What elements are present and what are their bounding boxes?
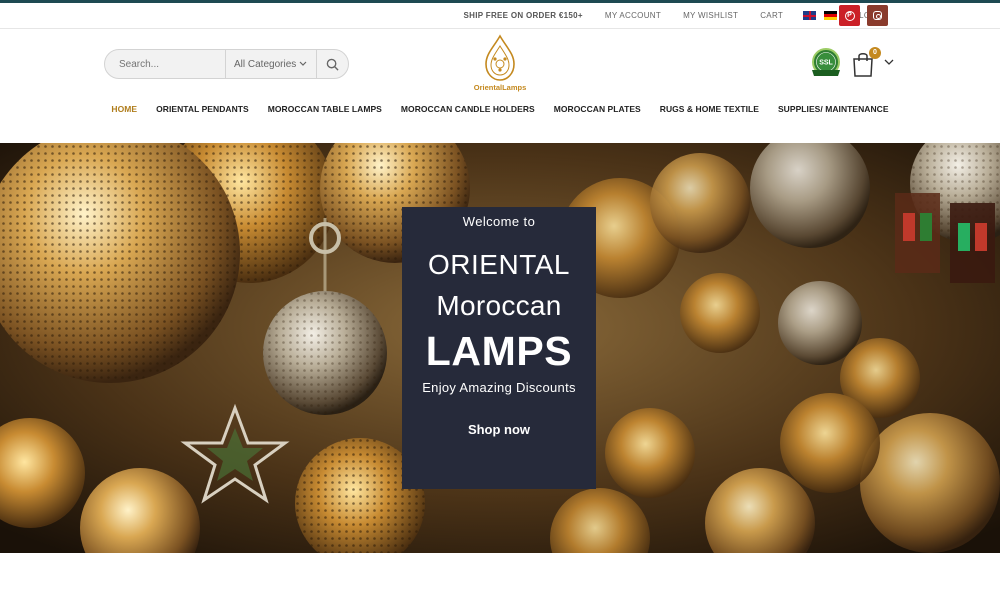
instagram-icon[interactable]	[867, 5, 888, 26]
language-switcher	[803, 11, 838, 20]
english-flag-icon[interactable]	[803, 11, 817, 20]
search-button[interactable]	[317, 50, 348, 78]
nav-item-oriental-pendants[interactable]: ORIENTAL PENDANTS	[147, 104, 259, 114]
site-logo[interactable]: OrientalLamps	[470, 34, 530, 96]
search-bar: All Categories	[104, 49, 349, 79]
nav-item-moroccan-plates[interactable]: MOROCCAN PLATES	[544, 104, 650, 114]
chevron-down-icon[interactable]	[884, 58, 894, 66]
my-account-link[interactable]: MY ACCOUNT	[605, 11, 661, 20]
german-flag-icon[interactable]	[824, 11, 838, 20]
hero-welcome-text: Welcome to	[462, 214, 536, 229]
hero-title-line-2: Moroccan	[436, 290, 562, 321]
shop-now-button[interactable]: Shop now	[402, 422, 596, 437]
hero-subtitle: Enjoy Amazing Discounts	[422, 380, 576, 395]
ssl-badge-icon: SSL	[812, 48, 840, 76]
nav-item-home[interactable]: HOME	[102, 104, 147, 114]
main-navigation: HOME ORIENTAL PENDANTS MOROCCAN TABLE LA…	[0, 104, 1000, 114]
cart-link[interactable]: CART	[760, 11, 783, 20]
logo-icon	[485, 34, 515, 81]
nav-item-moroccan-table-lamps[interactable]: MOROCCAN TABLE LAMPS	[258, 104, 391, 114]
chevron-down-icon	[299, 61, 307, 66]
search-input[interactable]	[105, 50, 225, 78]
nav-item-moroccan-candle-holders[interactable]: MOROCCAN CANDLE HOLDERS	[391, 104, 544, 114]
search-icon	[326, 58, 339, 71]
logo-text: OrientalLamps	[473, 83, 527, 92]
hero-promo-card: Welcome to ORIENTAL Moroccan LAMPS Enjoy…	[402, 207, 596, 489]
nav-item-rugs-home-textile[interactable]: RUGS & HOME TEXTILE	[650, 104, 768, 114]
pinterest-icon[interactable]: P	[839, 5, 860, 26]
cart-count-badge: 0	[869, 47, 881, 59]
my-wishlist-link[interactable]: MY WISHLIST	[683, 11, 738, 20]
shipping-notice: SHIP FREE ON ORDER €150+	[463, 11, 583, 20]
svg-text:SSL: SSL	[819, 60, 833, 67]
nav-item-supplies-maintenance[interactable]: SUPPLIES/ MAINTENANCE	[768, 104, 898, 114]
category-select-label: All Categories	[234, 58, 297, 70]
hero-title-line-1: ORIENTAL	[428, 249, 570, 280]
hero-title-line-3: LAMPS	[425, 328, 573, 374]
hero-banner: Welcome to ORIENTAL Moroccan LAMPS Enjoy…	[0, 143, 1000, 553]
category-select[interactable]: All Categories	[225, 50, 317, 78]
